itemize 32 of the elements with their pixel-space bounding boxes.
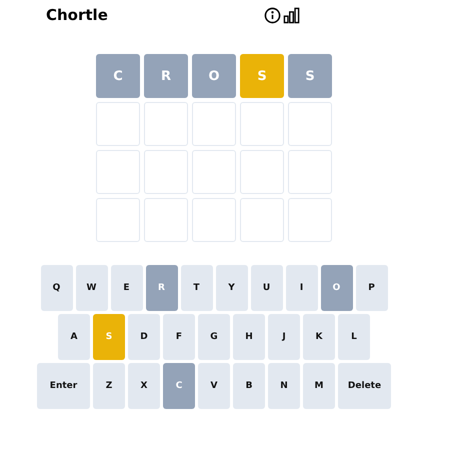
- letter-tile: S: [240, 54, 284, 98]
- letter-key[interactable]: G: [198, 314, 230, 360]
- letter-key[interactable]: Q: [40, 265, 72, 311]
- letter-key[interactable]: N: [268, 363, 300, 409]
- info-icon[interactable]: [264, 6, 281, 24]
- letter-key[interactable]: A: [58, 314, 90, 360]
- letter-key[interactable]: I: [286, 265, 318, 311]
- app-title: Chortle: [46, 6, 108, 24]
- letter-key[interactable]: H: [233, 314, 265, 360]
- letter-key[interactable]: U: [250, 265, 282, 311]
- letter-key[interactable]: V: [198, 363, 230, 409]
- letter-key[interactable]: M: [303, 363, 335, 409]
- letter-key[interactable]: E: [110, 265, 142, 311]
- letter-key[interactable]: F: [163, 314, 195, 360]
- letter-key[interactable]: Y: [216, 265, 248, 311]
- letter-key[interactable]: W: [76, 265, 108, 311]
- letter-key[interactable]: J: [268, 314, 300, 360]
- letter-key[interactable]: P: [356, 265, 388, 311]
- letter-key[interactable]: T: [180, 265, 212, 311]
- letter-tile: O: [192, 54, 236, 98]
- action-key[interactable]: Enter: [37, 363, 90, 409]
- bar-chart-icon[interactable]: [283, 6, 300, 24]
- letter-key[interactable]: B: [233, 363, 265, 409]
- letter-tile: R: [144, 54, 188, 98]
- letter-key[interactable]: L: [338, 314, 370, 360]
- letter-key[interactable]: K: [303, 314, 335, 360]
- letter-key[interactable]: Z: [93, 363, 125, 409]
- letter-tile: C: [96, 54, 140, 98]
- action-key[interactable]: Delete: [338, 363, 391, 409]
- letter-key[interactable]: X: [128, 363, 160, 409]
- letter-key[interactable]: D: [128, 314, 160, 360]
- letter-tile: S: [288, 54, 332, 98]
